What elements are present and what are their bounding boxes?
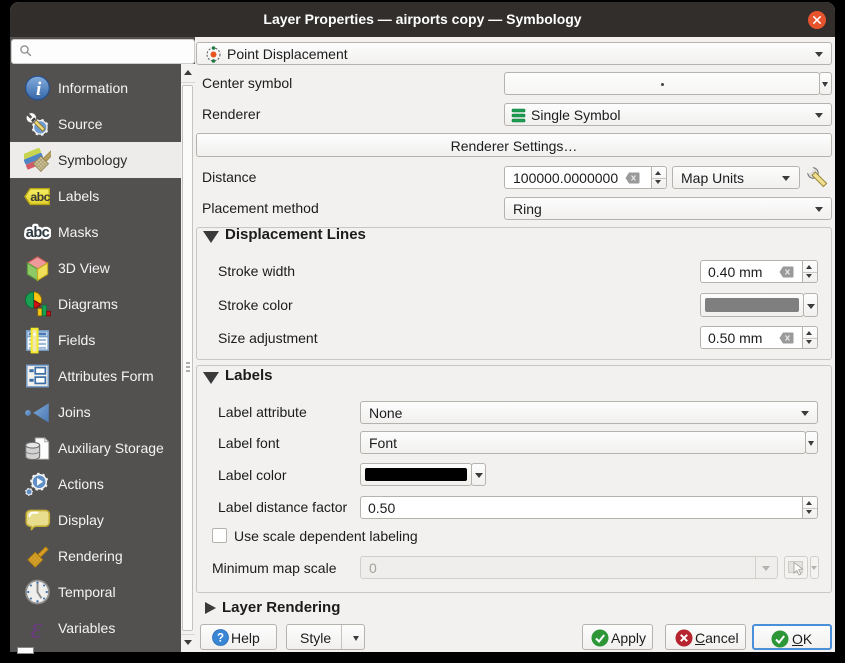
svg-text:?: ? [217,633,224,645]
svg-text:abc: abc [26,225,50,241]
svg-text:i: i [36,79,42,100]
svg-text:abc: abc [30,190,50,204]
svg-text:ε: ε [31,615,43,642]
